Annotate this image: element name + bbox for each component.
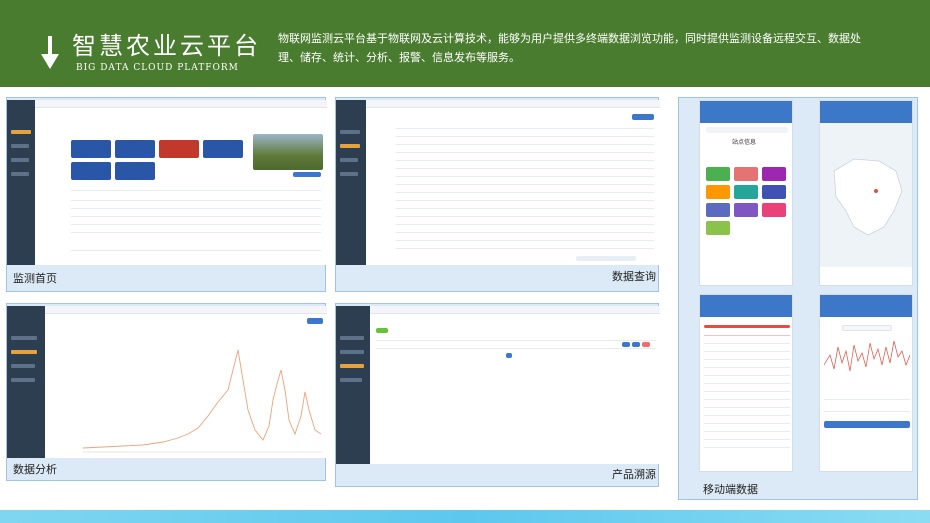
panel-caption: 移动端数据 bbox=[703, 483, 758, 496]
panel-caption: 产品溯源 bbox=[612, 468, 656, 481]
mobile-screenshot-chart bbox=[819, 294, 913, 472]
panel-data-query[interactable]: 数据查询 bbox=[335, 97, 660, 292]
mobile-screenshot-site-info: 站点信息 bbox=[699, 100, 793, 286]
slide: 智慧农业云平台 BIG DATA CLOUD PLATFORM 物联网监测云平台… bbox=[0, 0, 930, 523]
panel-mobile-data[interactable]: 站点信息 移动端数据 bbox=[678, 97, 918, 500]
panel-caption: 数据查询 bbox=[612, 270, 656, 283]
data-analysis-line-chart bbox=[83, 349, 321, 453]
page-title: 智慧农业云平台 bbox=[72, 32, 261, 60]
monitor-home-screenshot bbox=[7, 100, 327, 265]
panel-data-analysis[interactable]: 数据分析 bbox=[6, 303, 327, 481]
page-subtitle: BIG DATA CLOUD PLATFORM bbox=[76, 63, 239, 73]
site-info-label: 站点信息 bbox=[732, 139, 757, 146]
panel-caption: 数据分析 bbox=[13, 463, 57, 476]
mobile-screenshot-map bbox=[819, 100, 913, 286]
panel-caption: 监测首页 bbox=[13, 272, 57, 285]
header-banner: 智慧农业云平台 BIG DATA CLOUD PLATFORM 物联网监测云平台… bbox=[0, 0, 930, 87]
product-trace-screenshot bbox=[336, 306, 660, 464]
data-analysis-screenshot bbox=[7, 306, 327, 458]
panel-product-trace[interactable]: 产品溯源 bbox=[335, 303, 660, 487]
mobile-screenshot-table bbox=[699, 294, 793, 472]
bottom-decor-bar bbox=[0, 510, 930, 523]
data-query-screenshot bbox=[336, 100, 660, 265]
platform-description: 物联网监测云平台基于物联网及云计算技术，能够为用户提供多终端数据浏览功能，同时提… bbox=[278, 32, 861, 64]
panel-monitor-home[interactable]: 监测首页 bbox=[6, 97, 327, 292]
arrow-down-icon bbox=[41, 36, 59, 69]
